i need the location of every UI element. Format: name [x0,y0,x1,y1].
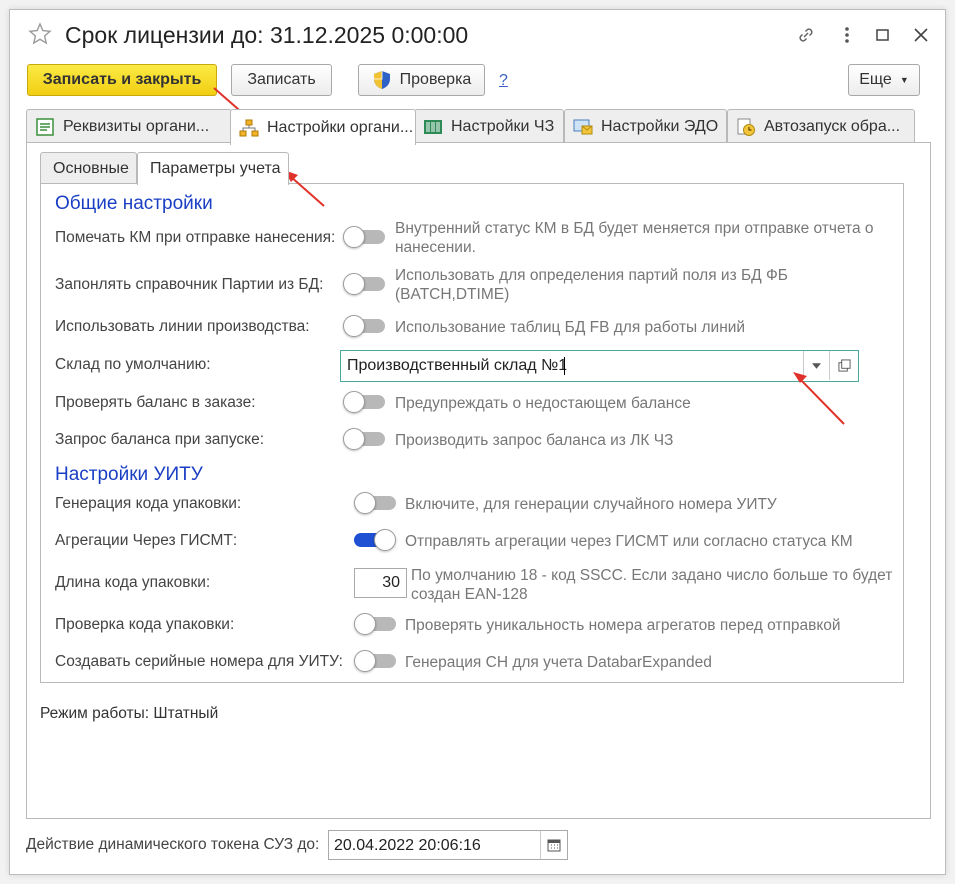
balance-request-label: Запрос баланса при запуске: [55,431,265,448]
tab-label: Настройки ЧЗ [451,117,555,135]
mark-km-desc: Внутренний статус КМ в БД будет меняется… [395,220,874,256]
tab-autorun[interactable]: Автозапуск обра... [727,109,915,143]
tab-content-panel: Основные Параметры учета Общие настройки… [26,142,931,819]
aggregation-gismt-label: Агрегации Через ГИСМТ: [55,532,238,549]
package-code-length-input[interactable]: 30 [354,568,407,598]
default-warehouse-label: Склад по умолчанию: [55,356,211,373]
clock-document-icon [736,117,756,137]
fill-batches-desc: Использовать для определения партий поля… [395,267,788,303]
check-balance-desc: Предупреждать о недостающем балансе [395,395,691,412]
work-mode-label: Режим работы: [40,705,150,722]
check-balance-label: Проверять баланс в заказе: [55,394,256,411]
package-code-length-desc: По умолчанию 18 - код SSCC. Если задано … [411,567,893,603]
main-tabs: Реквизиты органи... Настройки органи... … [26,109,931,145]
default-warehouse-field[interactable]: Производственный склад №1 [340,350,859,382]
package-code-check-label: Проверка кода упаковки: [55,616,235,633]
tab-label: Настройки ЭДО [601,117,719,135]
tab-org-settings[interactable]: Настройки органи... [230,109,416,145]
document-green-icon [35,117,55,137]
calendar-icon[interactable] [540,831,567,859]
check-button-label: Проверка [399,71,472,88]
dropdown-arrow-icon[interactable] [803,351,829,380]
subtab-accounting-params[interactable]: Параметры учета [137,152,289,185]
subtab-main[interactable]: Основные [40,152,137,184]
screen-envelope-icon [573,117,593,137]
license-settings-window: Срок лицензии до: 31.12.2025 0:00:00 Зап… [9,9,946,875]
barcode-green-icon [423,117,443,137]
favorite-star-icon[interactable] [28,22,52,46]
default-warehouse-value: Производственный склад №1 [347,357,568,374]
org-structure-icon [239,118,259,138]
balance-request-toggle[interactable] [343,428,385,450]
more-button[interactable]: Еще ▼ [848,64,920,96]
serial-numbers-label: Создавать серийные номера для УИТУ: [55,653,343,670]
save-and-close-button[interactable]: Записать и закрыть [27,64,217,96]
more-vertical-icon[interactable] [836,24,858,46]
package-code-length-label: Длина кода упаковки: [55,574,211,591]
window-title: Срок лицензии до: 31.12.2025 0:00:00 [65,22,469,48]
token-expiry-label: Действие динамического токена СУЗ до: [26,836,320,853]
section-sscc-header: Настройки УИТУ [55,464,203,485]
fill-batches-label: Запонлять справочник Партии из БД: [55,276,324,293]
package-code-check-toggle[interactable] [354,613,396,635]
accounting-params-panel: Общие настройки Помечать КМ при отправке… [40,183,904,683]
serial-numbers-toggle[interactable] [354,650,396,672]
mark-km-label: Помечать КМ при отправке нанесения: [55,229,336,246]
balance-request-desc: Производить запрос баланса из ЛК ЧЗ [395,432,674,449]
text-cursor [564,357,565,375]
tab-label: Автозапуск обра... [764,117,901,135]
production-lines-desc: Использование таблиц БД FB для работы ли… [395,319,746,336]
package-code-check-desc: Проверять уникальность номера агрегатов … [405,617,841,634]
package-code-gen-toggle[interactable] [354,492,396,514]
title-bar: Срок лицензии до: 31.12.2025 0:00:00 [10,10,945,60]
shield-icon [372,70,392,90]
mark-km-toggle[interactable] [343,226,385,248]
tab-label: Реквизиты органи... [63,117,210,135]
chevron-down-icon: ▼ [899,75,909,85]
check-balance-toggle[interactable] [343,391,385,413]
section-general-header: Общие настройки [55,193,213,214]
aggregation-gismt-toggle[interactable] [354,529,396,551]
tab-cz-settings[interactable]: Настройки ЧЗ [414,109,564,143]
tab-label: Настройки органи... [267,118,414,136]
tab-org-details[interactable]: Реквизиты органи... [26,109,232,143]
token-expiry-field[interactable]: 20.04.2022 20:06:16 [328,830,568,860]
more-button-label: Еще [859,71,892,88]
serial-numbers-desc: Генерация СН для учета DatabarExpanded [405,654,712,671]
package-code-gen-desc: Включите, для генерации случайного номер… [405,496,777,513]
tab-edo-settings[interactable]: Настройки ЭДО [564,109,727,143]
close-icon[interactable] [910,24,932,46]
work-mode-value: Штатный [153,705,219,722]
token-expiry-value: 20.04.2022 20:06:16 [334,837,481,854]
aggregation-gismt-desc: Отправлять агрегации через ГИСМТ или сог… [405,533,853,550]
work-mode: Режим работы: Штатный [40,705,218,723]
save-button[interactable]: Записать [231,64,332,96]
help-link[interactable]: ? [499,72,508,90]
open-form-icon[interactable] [829,351,858,380]
fill-batches-toggle[interactable] [343,273,385,295]
maximize-icon[interactable] [872,24,894,46]
link-icon[interactable] [795,24,817,46]
production-lines-toggle[interactable] [343,315,385,337]
check-button[interactable]: Проверка [358,64,485,96]
package-code-gen-label: Генерация кода упаковки: [55,495,242,512]
production-lines-label: Использовать линии производства: [55,318,310,335]
